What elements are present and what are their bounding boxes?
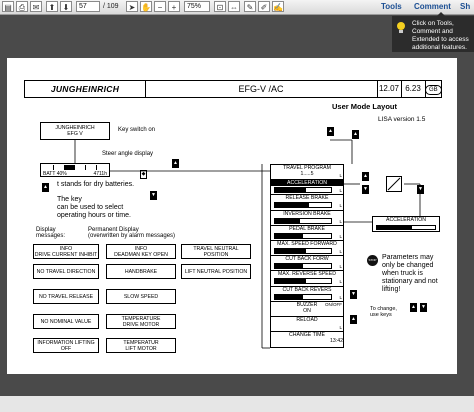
- key-icon: ▼: [417, 185, 424, 194]
- bottom-bar: [0, 396, 474, 412]
- menu-row-bar-fill: [275, 188, 306, 193]
- menu-row-label: CUT BACK FORW: [285, 256, 329, 263]
- menu-row-flag: L: [339, 264, 342, 270]
- menu-row-label: MAX. SPEED FORWARD: [277, 241, 337, 247]
- key-icon: ▲: [327, 127, 334, 136]
- parameters-note: Parameters may only be changed when truc…: [382, 254, 438, 293]
- menu-row-value: 13:42: [330, 338, 343, 345]
- menu-row-label: ACCELERATION: [271, 180, 343, 187]
- menu-row-bar-fill: [275, 203, 309, 208]
- menu-row-bar-fill: [275, 279, 306, 284]
- menu-row-flag: L: [339, 294, 342, 300]
- menu-row: BUZZER ON ON/OFF: [271, 302, 343, 317]
- menu-row-bar: [274, 278, 332, 285]
- menu-row-label: MAX. REVERSE SPEED: [278, 271, 336, 278]
- menu-row-flag: ON/OFF: [325, 301, 342, 307]
- menu-row: MAX. SPEED FORWARD L: [271, 241, 343, 257]
- menu-row-flag: L: [339, 279, 342, 285]
- acceleration-bar: [376, 225, 436, 230]
- menu-row: TRAVEL PROGRAM 1.....5 L: [271, 165, 343, 181]
- adjust-slope-icon: [387, 177, 401, 191]
- menu-row-bar: [274, 293, 332, 300]
- adjust-diamond: [386, 176, 402, 192]
- menu-row: RELOAD L: [271, 317, 343, 333]
- menu-row-flag: L: [339, 188, 342, 194]
- change-note: To change, use keys: [370, 306, 397, 318]
- menu-row-bar: [274, 248, 332, 254]
- menu-row-flag: L: [339, 233, 342, 239]
- connector-lines: [74, 139, 440, 349]
- menu-row-flag: L: [339, 325, 342, 330]
- acceleration-box: ACCELERATION: [372, 216, 440, 232]
- menu-row-bar: [274, 232, 332, 239]
- menu-row-label: PEDAL BRAKE: [289, 225, 325, 232]
- key-icon: ▼: [420, 303, 427, 312]
- menu-row-bar: [274, 187, 332, 194]
- menu-row: CUT BACK FORW L: [271, 256, 343, 272]
- menu-row-label: RELEASE BRAKE: [285, 195, 329, 202]
- menu-row: CUT BACK REVERS L: [271, 287, 343, 302]
- stop-icon: STOP: [367, 255, 378, 266]
- menu-row: CHANGE TIME 13:42: [271, 332, 343, 347]
- key-icon: ▲: [410, 303, 417, 312]
- menu-row: ACCELERATION L: [271, 180, 343, 196]
- key-icon: ▼: [350, 290, 357, 299]
- stop-label: STOP: [368, 258, 377, 262]
- menu-row: INVERSION BRAKE L: [271, 211, 343, 226]
- menu-row-bar-fill: [275, 264, 303, 269]
- menu-row-flag: L: [339, 249, 342, 254]
- acceleration-box-label: ACCELERATION: [386, 217, 426, 223]
- acceleration-bar-fill: [377, 226, 412, 229]
- menu-row-label: INVERSION BRAKE: [283, 210, 331, 217]
- menu-row: RELEASE BRAKE L: [271, 195, 343, 211]
- key-icon: ▲: [362, 172, 369, 181]
- menu-row: MAX. REVERSE SPEED L: [271, 271, 343, 287]
- menu-row-bar: [274, 217, 332, 224]
- key-icon: ▲: [352, 130, 359, 139]
- menu-row-bar: [274, 202, 332, 209]
- menu-row-label: CUT BACK REVERS: [282, 286, 332, 293]
- menu-row-bar-fill: [275, 249, 306, 253]
- key-icon: ▲: [350, 315, 357, 324]
- menu-row: PEDAL BRAKE L: [271, 226, 343, 241]
- menu-row-value: 1.....5: [300, 171, 314, 177]
- menu-row-flag: L: [339, 173, 342, 178]
- menu-row-label: RELOAD: [296, 317, 318, 323]
- menu-row-flag: L: [339, 203, 342, 209]
- menu-row-flag: L: [339, 218, 342, 224]
- key-icon: ▼: [362, 185, 369, 194]
- menu-row-bar: [274, 263, 332, 270]
- menu-row-bar-fill: [275, 294, 303, 299]
- menu-row-bar-fill: [275, 233, 303, 238]
- menu-row-value: ON: [303, 307, 311, 314]
- menu-row-bar-fill: [275, 218, 301, 223]
